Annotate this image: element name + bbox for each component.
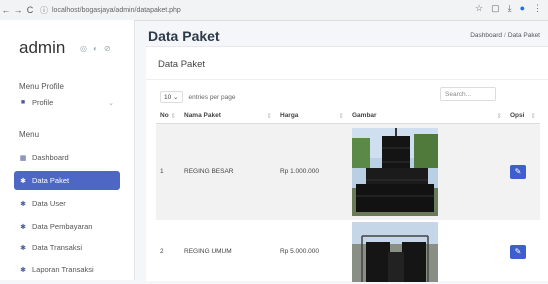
cell-nama-paket: REGING UMUM <box>184 248 232 255</box>
edit-icon: ✎ <box>514 167 522 177</box>
cell-no: 1 <box>156 123 180 220</box>
edit-icon: ✎ <box>514 247 522 256</box>
gear-icon: ■ <box>20 99 26 106</box>
data-card: Data Paket 10 ⌄ entries per page Search.… <box>146 46 548 284</box>
chevron-down-icon: ⌄ <box>108 99 114 107</box>
sort-icon: ⇕ <box>496 113 502 120</box>
breadcrumb-home-link[interactable]: Dashboard <box>470 32 502 39</box>
gear-icon: ✱ <box>20 177 26 185</box>
entries-select[interactable]: 10 ⌄ <box>160 91 183 103</box>
section-heading-profile: Menu Profile <box>19 82 64 91</box>
sidebar-item-label: Profile <box>32 98 54 107</box>
table-row: 1 REGING BESAR Rp 1.000.000 ✎ <box>156 123 540 220</box>
sort-icon: ⇕ <box>266 113 272 120</box>
sidebar-item-dashboard[interactable]: ▦ Dashboard <box>14 148 120 167</box>
gear-icon: ✱ <box>20 266 26 274</box>
sidebar-item-label: Data Pembayaran <box>32 222 93 231</box>
brand-title: admin <box>19 38 66 57</box>
header-label: Opsi <box>510 112 525 119</box>
column-header-harga[interactable]: Harga ⇕ <box>276 109 348 124</box>
extensions-icon[interactable]: ▢ <box>491 3 500 14</box>
menu-dots-icon[interactable]: ⋮ <box>533 3 542 14</box>
divider <box>146 79 548 80</box>
data-table: No ⇕ Nama Paket ⇕ Harga ⇕ Gambar ⇕ Opsi ⇕ 1 R… <box>156 109 540 284</box>
section-heading-menu: Menu <box>19 130 40 139</box>
sort-icon: ⇕ <box>530 113 536 120</box>
cell-no: 2 <box>160 248 164 255</box>
page-title: Data Paket <box>148 28 220 44</box>
entries-label: entries per page <box>188 93 236 101</box>
address-bar[interactable]: ⓘ localhost/bogasjaya/admin/datapaket.ph… <box>40 3 420 17</box>
column-header-no[interactable]: No ⇕ <box>156 109 180 124</box>
header-label: Nama Paket <box>184 112 221 119</box>
gear-icon: ✱ <box>20 200 26 208</box>
sidebar-item-laporan-transaksi[interactable]: ✱ Laporan Transaksi <box>14 260 120 279</box>
cell-gambar <box>348 220 506 284</box>
sidebar-item-data-paket[interactable]: ✱ Data Paket <box>14 171 120 190</box>
column-header-gambar[interactable]: Gambar ⇕ <box>348 109 506 124</box>
header-label: Gambar <box>352 112 377 119</box>
breadcrumb-separator: / <box>504 32 506 39</box>
sort-icon: ⇕ <box>170 113 176 120</box>
back-button[interactable]: ← <box>0 5 12 15</box>
sidebar-item-data-transaksi[interactable]: ✱ Data Transaksi <box>14 238 120 257</box>
card-title: Data Paket <box>158 59 205 70</box>
download-icon[interactable]: ⤓ <box>508 3 512 14</box>
toggle-switch[interactable]: ◐ <box>93 44 98 53</box>
site-info-icon[interactable]: ⓘ <box>40 5 48 16</box>
cell-harga: Rp 1.000.000 <box>276 123 348 220</box>
sort-icon: ⇕ <box>338 113 344 120</box>
header-label: No <box>160 112 169 119</box>
product-image <box>352 221 438 282</box>
table-header-row: No ⇕ Nama Paket ⇕ Harga ⇕ Gambar ⇕ Opsi ⇕ <box>156 109 540 124</box>
forward-button[interactable]: → <box>12 5 24 15</box>
url-text: localhost/bogasjaya/admin/datapaket.php <box>52 6 181 14</box>
cell-opsi: ✎ <box>506 123 540 220</box>
close-sidebar-icon[interactable]: ⊘ <box>104 44 111 53</box>
column-header-opsi[interactable]: Opsi ⇕ <box>506 109 540 124</box>
sidebar-item-label: Data Transaksi <box>32 243 83 252</box>
sidebar-item-data-user[interactable]: ✱ Data User <box>14 194 120 213</box>
edit-button[interactable]: ✎ <box>510 164 526 179</box>
table-row: 2 REGING UMUM Rp 5.000.000 ✎ <box>156 220 540 284</box>
browser-toolbar: ← → C ⓘ localhost/bogasjaya/admin/datapa… <box>0 0 548 21</box>
cell-opsi: ✎ <box>506 220 540 284</box>
sidebar-item-label: Data Paket <box>32 176 70 185</box>
entries-control: 10 ⌄ entries per page <box>160 91 235 103</box>
sidebar-item-label: Dashboard <box>32 153 69 162</box>
cell-gambar <box>348 123 506 220</box>
profile-icon[interactable]: ● <box>520 3 525 14</box>
cell-harga: Rp 5.000.000 <box>280 248 320 255</box>
sidebar-item-data-pembayaran[interactable]: ✱ Data Pembayaran <box>14 217 120 236</box>
product-image <box>352 127 438 216</box>
header-label: Harga <box>280 112 299 119</box>
entries-value: 10 <box>164 94 172 101</box>
cell-nama-paket: REGING BESAR <box>180 123 276 220</box>
reload-button[interactable]: C <box>24 5 36 15</box>
gear-icon: ✱ <box>20 244 26 252</box>
sidebar: admin ◎ ◐ ⊘ Menu Profile ■ Profile ⌄ Men… <box>0 20 135 280</box>
grid-icon: ▦ <box>19 154 27 162</box>
breadcrumb: Dashboard / Data Paket <box>470 32 540 39</box>
sidebar-item-label: Data User <box>32 199 66 208</box>
theme-icon[interactable]: ◎ <box>80 44 87 53</box>
edit-button[interactable]: ✎ <box>510 244 526 259</box>
sidebar-item-profile[interactable]: ■ Profile ⌄ <box>14 93 120 112</box>
search-input[interactable]: Search... <box>440 87 496 101</box>
column-header-nama-paket[interactable]: Nama Paket ⇕ <box>180 109 276 124</box>
bookmark-star-icon[interactable]: ☆ <box>475 3 483 14</box>
sidebar-item-label: Laporan Transaksi <box>32 265 94 274</box>
gear-icon: ✱ <box>20 223 26 231</box>
breadcrumb-current: Data Paket <box>507 32 540 39</box>
